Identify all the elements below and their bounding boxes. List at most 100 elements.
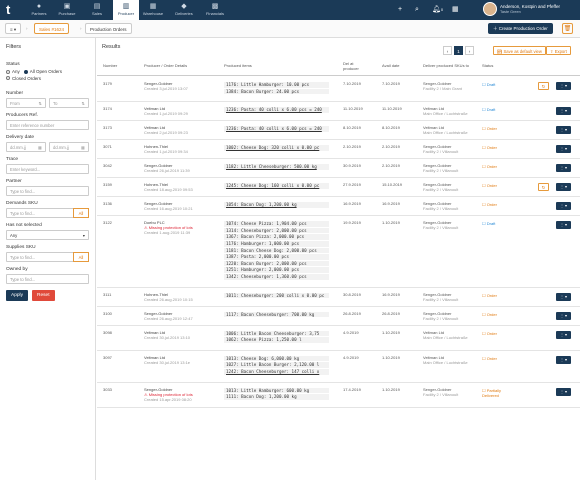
- row-actions-button[interactable]: ⋮ ▾: [556, 202, 571, 211]
- create-production-order-button[interactable]: ＋ Create Production Order: [488, 23, 553, 34]
- table-row[interactable]: 3179 Senger-Goldner Created 3.jul.2019 13:…: [97, 77, 580, 103]
- table-row[interactable]: 3111 Hohnen-Thiel Created 26.aug.2019 10:1…: [97, 288, 580, 307]
- column-header[interactable]: Del at producer: [343, 61, 367, 71]
- nav-item-purchase[interactable]: ▣ Purchase: [54, 0, 80, 20]
- trace-input[interactable]: Enter keyword...: [6, 164, 89, 174]
- produced-item[interactable]: 1006: Little Bacon Cheeseburger: 3,75: [224, 330, 329, 337]
- column-header[interactable]: Producer / Order Details: [144, 63, 187, 69]
- row-actions-button[interactable]: ⋮ ▾: [556, 221, 571, 230]
- row-actions-button[interactable]: ⋮ ▾: [556, 387, 571, 396]
- prev-page-button[interactable]: ‹: [443, 46, 452, 55]
- app-logo[interactable]: t: [6, 3, 19, 17]
- produced-item[interactable]: 1251: Hamburger: 2,000.00 pcs: [224, 267, 329, 273]
- search-icon[interactable]: ⌕: [415, 4, 419, 16]
- produced-item[interactable]: 1062: Cheese Pizza: 1,250.00 l: [224, 337, 329, 343]
- order-number[interactable]: 3136: [103, 202, 112, 207]
- delivery-date-to[interactable]: dd.mm.jj ▦: [49, 142, 89, 152]
- produced-item[interactable]: 1236: Pasta: 40 colli x 6.00 pcs = 240: [224, 126, 329, 132]
- table-row[interactable]: 3071 Hohnen-Thiel Created 1.jul.2019 09:34…: [97, 140, 580, 160]
- status-radio-closed[interactable]: Closed Orders: [6, 76, 89, 83]
- add-icon[interactable]: +: [398, 4, 402, 16]
- produced-item[interactable]: 1220: Bacon Burger: 2,000.00 pcs: [224, 260, 329, 267]
- supplies-all-button[interactable]: All: [73, 252, 89, 262]
- table-row[interactable]: 3136 Senger-Goldner Created 16.aug.2019 10…: [97, 197, 580, 217]
- page-number[interactable]: 1: [454, 46, 463, 55]
- column-header[interactable]: Produced items: [224, 63, 252, 69]
- nav-item-financials[interactable]: ▩ Financials: [202, 0, 228, 20]
- delete-icon[interactable]: 🗑: [562, 23, 573, 34]
- row-actions-button[interactable]: ⋮ ▾: [556, 292, 571, 301]
- menu-button[interactable]: ≡ ▾: [5, 23, 22, 34]
- order-number[interactable]: 3100: [103, 311, 112, 317]
- table-row[interactable]: 3173 Veltman Ltd Created 2.jul.2019 09:23 1…: [97, 121, 580, 141]
- produced-item[interactable]: 1245: Cheese Dog: 160 colli x 0.00 pc: [224, 183, 329, 189]
- produced-item[interactable]: 1013: Cheese Dog: 6,000.00 kg: [224, 355, 329, 362]
- produced-item[interactable]: 1176: Little Hamburger: 10.00 pcs: [224, 82, 329, 88]
- produced-item[interactable]: 1181: Bacon Cheese Dog: 2,000.00 pcs: [224, 247, 329, 254]
- nav-item-sales[interactable]: ▤ Sales: [84, 0, 110, 20]
- order-number[interactable]: 3111: [103, 292, 111, 298]
- supplies-sku-input[interactable]: Type to find... All: [6, 252, 89, 262]
- row-actions-button[interactable]: ⋮ ▾: [556, 107, 571, 116]
- produced-item[interactable]: 1013: Little Hamburger: 600.00 kg: [224, 387, 329, 394]
- refresh-icon[interactable]: ↻: [538, 82, 549, 90]
- table-row[interactable]: 3174 Veltman Ltd Created 1.jul.2019 09:29 1…: [97, 102, 580, 122]
- order-number[interactable]: 3033: [103, 387, 112, 393]
- row-actions-button[interactable]: ⋮ ▾: [556, 145, 571, 154]
- table-row[interactable]: 3098 Veltman Ltd Created 30.jul.2019 13:10…: [97, 326, 580, 351]
- order-number[interactable]: 3122: [103, 221, 112, 226]
- demands-all-button[interactable]: All: [73, 208, 89, 218]
- produced-item[interactable]: 1236: Pasta: 40 colli x 6.00 pcs = 240: [224, 107, 329, 113]
- column-header[interactable]: Status: [482, 63, 493, 69]
- apply-button[interactable]: Apply: [6, 290, 28, 301]
- table-row[interactable]: 3097 Veltman Ltd Created 30.jul.2019 13:1e…: [97, 351, 580, 383]
- order-number[interactable]: 3097: [103, 355, 112, 361]
- produced-item[interactable]: 1387: Pasta: 2,000.00 pcs: [224, 254, 329, 260]
- order-number[interactable]: 3159: [103, 183, 112, 188]
- order-number[interactable]: 3174: [103, 107, 112, 112]
- produced-item[interactable]: 1054: Bacon Dog: 1,200.00 kg: [224, 202, 329, 208]
- produced-item[interactable]: 1011: Cheeseburger: 200 colli x 0.00 pc: [224, 292, 329, 299]
- nav-item-warehouse[interactable]: ▦ Warehouse: [140, 0, 166, 20]
- row-actions-button[interactable]: ⋮ ▾: [556, 126, 571, 135]
- order-number[interactable]: 3098: [103, 330, 112, 336]
- demands-sku-input[interactable]: Type to find... All: [6, 208, 89, 218]
- nav-item-deliveries[interactable]: ◆ Deliveries: [171, 0, 197, 20]
- produced-item[interactable]: 1367: Bacon Pizza: 2,000.00 pcs: [224, 234, 329, 240]
- refresh-icon[interactable]: ↻: [538, 183, 549, 192]
- produced-item[interactable]: 1117: Bacon Cheeseburger: 700.00 kg: [224, 311, 329, 318]
- column-header[interactable]: Deliver produced SKUs to: [423, 63, 469, 69]
- table-row[interactable]: 3033 Senger-Goldner Created 15.apr.2019 08…: [97, 383, 580, 408]
- breadcrumb-sales-order[interactable]: Sales #1624: [34, 23, 70, 34]
- produced-item[interactable]: 1027: Little Bacon Burger: 2,120.00 l: [224, 362, 329, 368]
- table-row[interactable]: 3122 Doebu PLC Created 1.aug.2019 11:39 ⚠ M…: [97, 216, 580, 288]
- save-default-view-button[interactable]: 💾︎ Save as default view: [493, 46, 546, 55]
- table-row[interactable]: 3042 Senger-Goldner Created 26.jul.2019 11…: [97, 159, 580, 179]
- produced-item[interactable]: 1314: Cheeseburger: 2,000.00 pcs: [224, 227, 329, 234]
- order-number[interactable]: 3173: [103, 126, 112, 131]
- user-name[interactable]: Anderson, Kostpin and Pfeffer: [500, 4, 560, 9]
- column-header[interactable]: Avail date: [382, 63, 400, 69]
- produced-item[interactable]: 1176: Hamburger: 1,000.00 pcs: [224, 240, 329, 247]
- row-actions-button[interactable]: ⋮ ▾: [556, 330, 571, 339]
- producers-ref-input[interactable]: Enter reference number: [6, 120, 89, 130]
- produced-item[interactable]: 1182: Little Cheeseburger: 500.00 kg: [224, 164, 329, 170]
- row-actions-button[interactable]: ⋮ ▾: [556, 311, 571, 320]
- nav-item-producer[interactable]: ▥ Producer: [113, 0, 139, 20]
- produced-item[interactable]: 1384: Bacon Burger: 24.00 pcs: [224, 88, 329, 95]
- produced-item[interactable]: 1342: Cheeseburger: 1,360.00 pcs: [224, 273, 329, 280]
- row-actions-button[interactable]: ⋮ ▾: [556, 355, 571, 364]
- table-row[interactable]: 3100 Senger-Goldner Created 26.aug.2019 12…: [97, 307, 580, 326]
- row-actions-button[interactable]: ⋮ ▾: [556, 183, 571, 192]
- table-row[interactable]: 3159 Hohnen-Thiel Created 18.aug.2019 09:5…: [97, 178, 580, 198]
- row-actions-button[interactable]: ⋮ ▾: [556, 164, 571, 173]
- grid-icon[interactable]: ▦: [452, 4, 459, 16]
- column-header[interactable]: Number: [103, 63, 117, 69]
- avatar[interactable]: [483, 2, 497, 16]
- number-to-input[interactable]: To ⇅: [49, 98, 89, 108]
- produced-item[interactable]: 1111: Bacon Dog: 1,200.00 kg: [224, 394, 329, 400]
- number-from-input[interactable]: From ⇅: [6, 98, 46, 108]
- next-page-button[interactable]: ›: [465, 46, 474, 55]
- partner-input[interactable]: Type to find...: [6, 186, 89, 196]
- export-button[interactable]: ⇪ Export: [546, 46, 571, 55]
